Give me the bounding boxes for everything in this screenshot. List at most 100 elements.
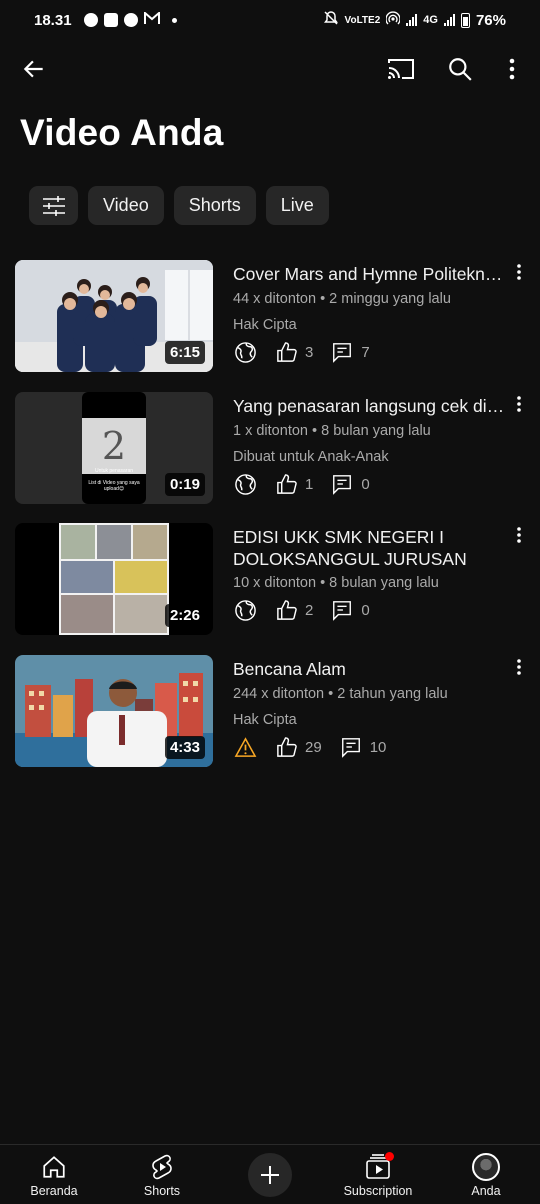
battery-icon [460, 12, 470, 28]
video-stats: 244 x ditonton • 2 tahun yang lalu [233, 686, 448, 702]
nav-subscription[interactable]: Subscription [338, 1145, 418, 1204]
video-thumbnail[interactable]: 4:33 [15, 655, 213, 767]
thumbs-up-icon[interactable] [274, 598, 298, 622]
video-more-button[interactable] [508, 656, 530, 678]
video-actions: 29 10 [233, 735, 403, 759]
globe-icon[interactable] [233, 472, 257, 496]
thumbs-up-icon[interactable] [274, 735, 298, 759]
shorts-icon [150, 1153, 174, 1181]
short-card: 2 [82, 418, 146, 474]
comment-icon[interactable] [339, 735, 363, 759]
video-item[interactable]: 2:26 EDISI UKK SMK NEGERI I DOLOKSANGGUL… [0, 523, 540, 635]
video-duration: 6:15 [164, 341, 205, 364]
globe-icon[interactable] [233, 598, 257, 622]
comment-count: 10 [369, 738, 387, 756]
more-vertical-icon [517, 396, 521, 412]
hotspot-icon [385, 11, 401, 29]
comment-count: 0 [361, 475, 370, 493]
network-type-label: 4G [423, 13, 438, 26]
signal-icon-1 [406, 14, 418, 26]
short-frame: 2 Untuk penasaran List di Video yang say… [82, 392, 146, 504]
camera-app-icon [123, 13, 138, 27]
video-item[interactable]: 4:33 Bencana Alam 244 x ditonton • 2 tah… [0, 655, 540, 767]
home-icon [41, 1153, 67, 1181]
video-note: Hak Cipta [233, 317, 297, 333]
video-title[interactable]: EDISI UKK SMK NEGERI I DOLOKSANGGUL JURU… [233, 526, 505, 570]
video-stats: 1 x ditonton • 8 bulan yang lalu [233, 423, 431, 439]
chip-live[interactable]: Live [265, 186, 329, 225]
mute-icon [323, 10, 339, 30]
chip-shorts[interactable]: Shorts [173, 186, 256, 225]
more-options-button[interactable] [492, 49, 532, 89]
create-button[interactable] [248, 1153, 292, 1197]
nav-shorts-label: Shorts [143, 1184, 181, 1198]
video-title[interactable]: Bencana Alam [233, 658, 505, 680]
video-actions: 1 0 [233, 472, 387, 496]
nav-subscription-label: Subscription [343, 1184, 413, 1198]
more-notifications-dot-icon [171, 17, 177, 23]
video-more-button[interactable] [508, 524, 530, 546]
thumbs-up-icon[interactable] [274, 472, 298, 496]
video-actions: 2 0 [233, 598, 387, 622]
more-vertical-icon [517, 659, 521, 675]
bottom-navigation: Beranda Shorts Subscription Anda [0, 1144, 540, 1204]
nav-you[interactable]: Anda [454, 1145, 518, 1204]
plus-icon [261, 1166, 279, 1184]
warning-icon[interactable] [233, 735, 257, 759]
video-more-button[interactable] [508, 393, 530, 415]
video-note: Dibuat untuk Anak-Anak [233, 449, 389, 465]
thumbs-up-icon[interactable] [274, 340, 298, 364]
back-button[interactable] [14, 49, 54, 89]
subscriptions-icon [364, 1152, 394, 1181]
more-vertical-icon [509, 58, 515, 80]
video-more-button[interactable] [508, 261, 530, 283]
notification-dot-icon [385, 1152, 394, 1161]
video-title[interactable]: Yang penasaran langsung cek di list [233, 395, 505, 417]
search-icon [449, 58, 472, 81]
video-item[interactable]: 2 Untuk penasaran List di Video yang say… [0, 392, 540, 504]
gmail-icon [143, 10, 160, 29]
like-count: 3 [305, 343, 314, 361]
thumbnail-caption: List di Video yang saya upload😊 [88, 480, 140, 492]
like-count: 29 [305, 738, 322, 756]
arrow-left-icon [23, 60, 43, 78]
video-duration: 2:26 [164, 604, 205, 627]
messenger-icon [83, 13, 98, 27]
thumbnail-number: 2 [101, 424, 127, 468]
filter-chips: Video Shorts Live [29, 186, 329, 225]
comment-icon[interactable] [330, 598, 354, 622]
video-title[interactable]: Cover Mars and Hymne Politeknik Negeri [233, 263, 505, 285]
nav-shorts[interactable]: Shorts [130, 1145, 194, 1204]
like-count: 2 [305, 601, 314, 619]
globe-icon[interactable] [233, 340, 257, 364]
cast-icon [388, 59, 414, 79]
youtube-notification-icon [103, 13, 118, 27]
video-item[interactable]: 6:15 Cover Mars and Hymne Politeknik Neg… [0, 260, 540, 372]
like-count: 1 [305, 475, 314, 493]
status-time: 18.31 [34, 11, 72, 29]
sliders-icon [42, 195, 65, 216]
comment-count: 7 [361, 343, 370, 361]
more-vertical-icon [517, 527, 521, 543]
nav-home[interactable]: Beranda [22, 1145, 86, 1204]
video-thumbnail[interactable]: 2:26 [15, 523, 213, 635]
signal-icon-2 [443, 14, 455, 26]
video-duration: 4:33 [164, 736, 205, 759]
video-stats: 10 x ditonton • 8 bulan yang lalu [233, 575, 439, 591]
chip-video[interactable]: Video [88, 186, 164, 225]
battery-percent: 76% [475, 11, 506, 29]
status-right: VoLTE2 4G 76% [323, 10, 506, 30]
comment-icon[interactable] [330, 472, 354, 496]
comment-icon[interactable] [330, 340, 354, 364]
video-stats: 44 x ditonton • 2 minggu yang lalu [233, 291, 451, 307]
search-button[interactable] [440, 49, 480, 89]
more-vertical-icon [517, 264, 521, 280]
cast-button[interactable] [381, 49, 421, 89]
top-app-bar [0, 44, 540, 94]
video-thumbnail[interactable]: 6:15 [15, 260, 213, 372]
video-thumbnail[interactable]: 2 Untuk penasaran List di Video yang say… [15, 392, 213, 504]
thumbnail-collage [59, 523, 169, 635]
filter-settings-chip[interactable] [29, 186, 78, 225]
nav-home-label: Beranda [30, 1184, 78, 1198]
video-note: Hak Cipta [233, 712, 297, 728]
